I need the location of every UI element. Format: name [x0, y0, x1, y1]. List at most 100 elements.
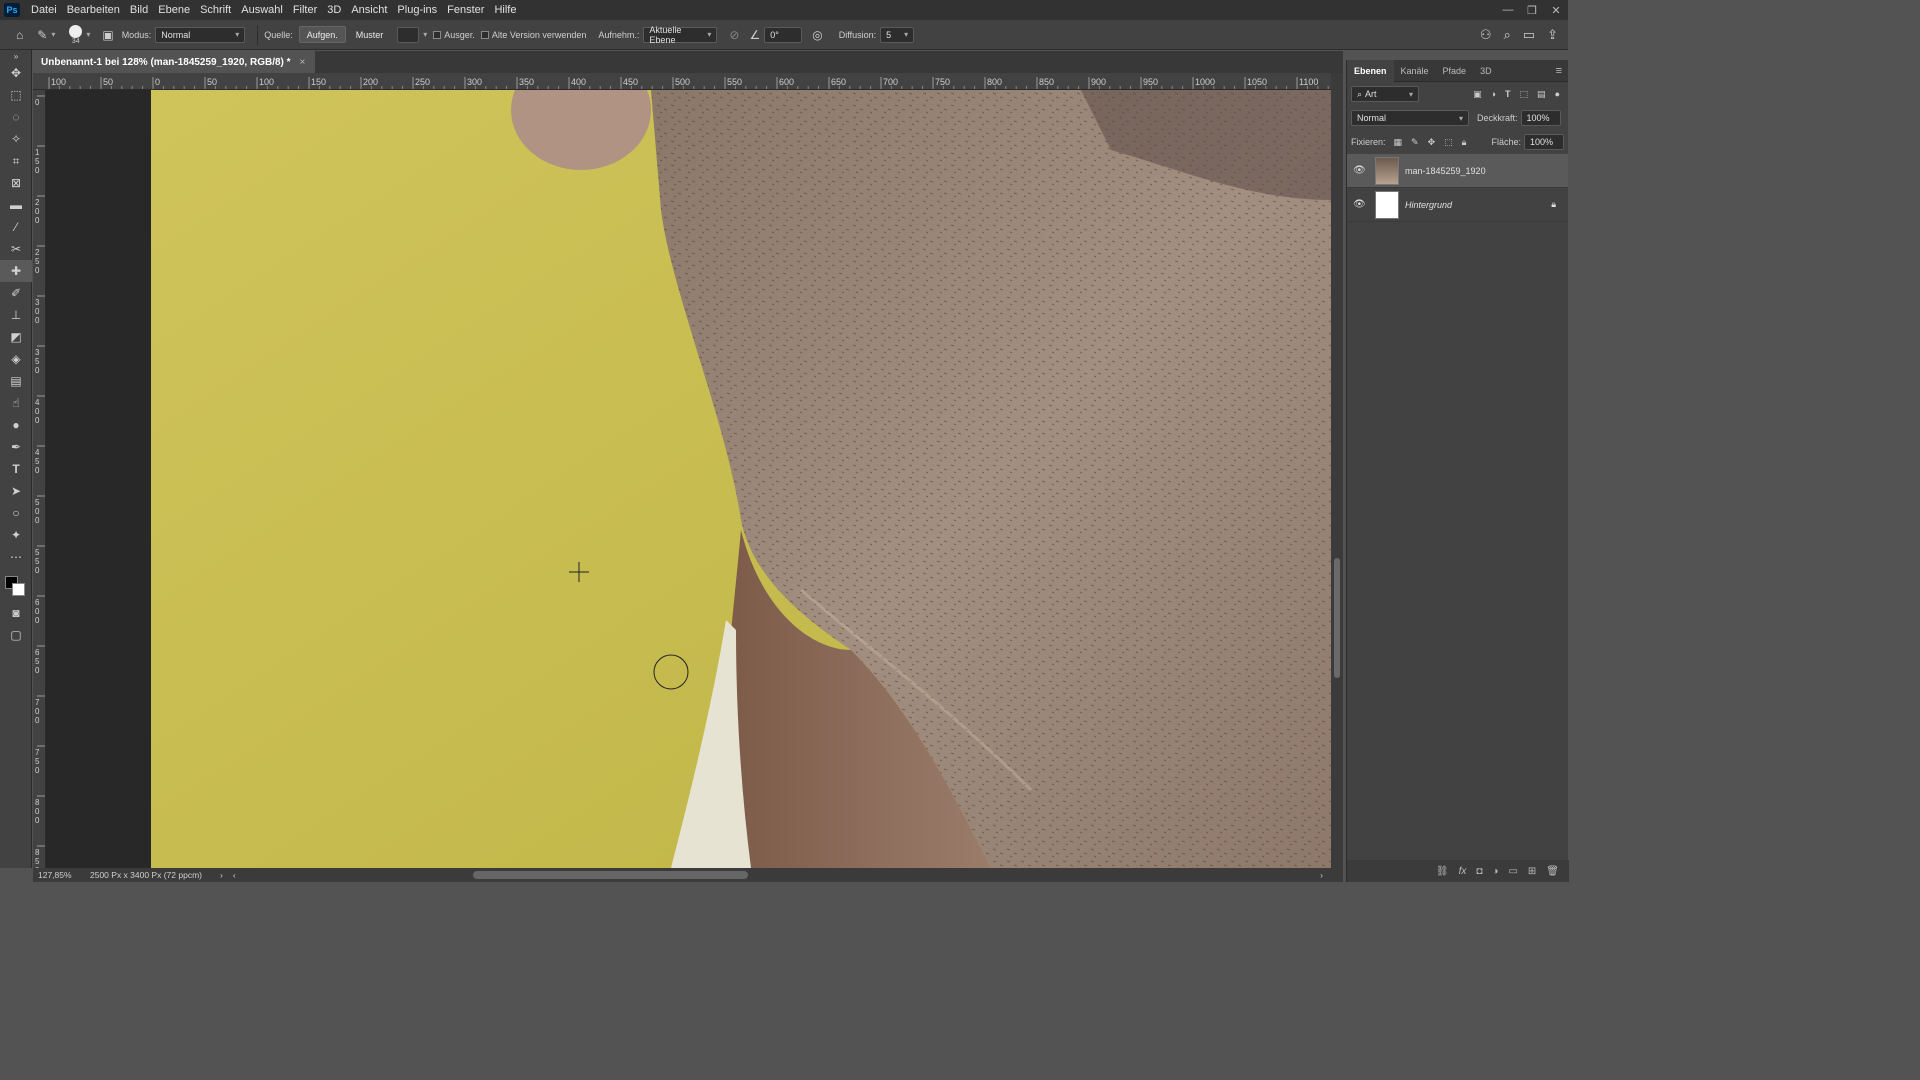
- new-layer-icon[interactable]: ⊞: [1528, 866, 1536, 877]
- canvas-area[interactable]: [46, 90, 1331, 868]
- filter-toggle-icon[interactable]: ●: [1555, 89, 1560, 100]
- tab-3d[interactable]: 3D: [1473, 60, 1499, 82]
- menu-3d[interactable]: 3D: [322, 0, 346, 20]
- pressure-icon[interactable]: ◎: [812, 28, 822, 42]
- angle-field[interactable]: 0°: [764, 26, 803, 43]
- menu-plugins[interactable]: Plug-ins: [392, 0, 442, 20]
- menu-bearbeiten[interactable]: Bearbeiten: [62, 0, 125, 20]
- close-tab-icon[interactable]: ×: [300, 57, 306, 68]
- eyedropper-tool-icon[interactable]: ⁄: [0, 216, 32, 238]
- screen-mode-icon[interactable]: ▢: [0, 624, 32, 646]
- vertical-scrollbar[interactable]: [1331, 73, 1343, 868]
- blend-mode-select[interactable]: Normal ▾: [1351, 110, 1469, 126]
- opacity-field[interactable]: 100%: [1520, 110, 1561, 126]
- lock-all-icon[interactable]: 🔒︎: [1462, 137, 1467, 148]
- menu-filter[interactable]: Filter: [288, 0, 322, 20]
- crop-tool-icon[interactable]: ⌗: [0, 150, 32, 172]
- mode-select[interactable]: Normal ▾: [155, 26, 246, 43]
- dodge-tool-icon[interactable]: ●: [0, 414, 32, 436]
- filter-pixel-icon[interactable]: ▣: [1473, 89, 1482, 100]
- menu-hilfe[interactable]: Hilfe: [489, 0, 521, 20]
- diffusion-field[interactable]: 5 ▾: [880, 26, 915, 43]
- filter-shape-icon[interactable]: ⬚: [1520, 89, 1529, 100]
- paint-bucket-tool-icon[interactable]: ◈: [0, 348, 32, 370]
- ellipse-tool-icon[interactable]: ○: [0, 502, 32, 524]
- add-mask-icon[interactable]: ◘: [1476, 866, 1482, 877]
- pattern-chevron-icon[interactable]: ▾: [423, 30, 427, 39]
- workspace-icon[interactable]: ▭: [1523, 27, 1535, 43]
- search-icon[interactable]: ⌕: [1504, 27, 1511, 43]
- marquee-tool-icon[interactable]: ⬚: [0, 84, 32, 106]
- new-group-icon[interactable]: ▭: [1508, 866, 1517, 877]
- layer-filter-select[interactable]: ⌕ Art ▾: [1351, 86, 1419, 102]
- zoom-level[interactable]: 127,85%: [38, 870, 88, 880]
- brush-size-picker[interactable]: 34: [69, 24, 83, 45]
- path-selection-tool-icon[interactable]: ➤: [0, 480, 32, 502]
- scissors-tool-icon[interactable]: ✂: [0, 238, 32, 260]
- menu-schrift[interactable]: Schrift: [195, 0, 236, 20]
- legacy-checkbox[interactable]: [480, 30, 489, 39]
- layer-row[interactable]: 👁︎ man-1845259_1920: [1347, 154, 1568, 188]
- share-icon[interactable]: ⇪: [1547, 27, 1558, 43]
- move-tool-icon[interactable]: ✥: [0, 62, 32, 84]
- lasso-tool-icon[interactable]: ◌: [0, 106, 32, 128]
- scroll-right-icon[interactable]: ›: [1320, 870, 1323, 880]
- horizontal-scrollbar-thumb[interactable]: [473, 871, 748, 879]
- lock-pixels-icon[interactable]: ✎: [1411, 137, 1419, 148]
- gradient-tool-icon[interactable]: ▤: [0, 370, 32, 392]
- pen-tool-icon[interactable]: ✒: [0, 436, 32, 458]
- frame-tool-icon[interactable]: ⊠: [0, 172, 32, 194]
- visibility-eye-icon[interactable]: 👁︎: [1353, 165, 1367, 176]
- quick-mask-icon[interactable]: ◙: [0, 602, 32, 624]
- ignore-adjustment-layers-icon[interactable]: ⊘: [729, 28, 739, 42]
- filter-type-icon[interactable]: T: [1505, 89, 1511, 100]
- fill-field[interactable]: 100%: [1524, 134, 1564, 150]
- ruler-tool-icon[interactable]: ▬: [0, 194, 32, 216]
- clone-stamp-tool-icon[interactable]: ⊥: [0, 304, 32, 326]
- smudge-tool-icon[interactable]: ☝: [0, 392, 32, 414]
- link-layers-icon[interactable]: ⛓︎: [1436, 866, 1449, 877]
- vertical-scrollbar-thumb[interactable]: [1334, 558, 1340, 678]
- home-icon[interactable]: ⌂: [16, 28, 23, 42]
- background-color-swatch[interactable]: [12, 583, 25, 596]
- fx-icon[interactable]: fx: [1459, 866, 1467, 877]
- close-icon[interactable]: ✕: [1544, 4, 1568, 17]
- scroll-left-icon[interactable]: ‹: [233, 870, 236, 880]
- menu-datei[interactable]: Datei: [26, 0, 62, 20]
- lock-artboard-icon[interactable]: ⬚: [1444, 137, 1453, 148]
- filter-adjustment-icon[interactable]: ◑: [1491, 89, 1496, 100]
- brush-settings-icon[interactable]: ▣: [102, 28, 113, 42]
- cloud-docs-icon[interactable]: ⚇: [1480, 27, 1492, 43]
- aligned-checkbox[interactable]: [433, 30, 442, 39]
- tab-paths[interactable]: Pfade: [1436, 60, 1474, 82]
- lock-transparent-icon[interactable]: ▦: [1394, 137, 1403, 148]
- source-sampled-button[interactable]: Aufgen.: [298, 26, 346, 43]
- magic-wand-tool-icon[interactable]: ✧: [0, 128, 32, 150]
- collapse-icon[interactable]: »: [0, 50, 32, 62]
- custom-shape-tool-icon[interactable]: ✦: [0, 524, 32, 546]
- tool-preset-chevron-icon[interactable]: ▾: [51, 30, 55, 39]
- menu-bild[interactable]: Bild: [125, 0, 153, 20]
- document-image[interactable]: [151, 90, 1331, 868]
- sample-select[interactable]: Aktuelle Ebene ▾: [643, 25, 718, 45]
- spot-healing-brush-icon[interactable]: ✎: [37, 28, 47, 42]
- restore-icon[interactable]: ❐: [1520, 4, 1544, 17]
- tab-channels[interactable]: Kanäle: [1394, 60, 1436, 82]
- minimize-icon[interactable]: —: [1496, 4, 1520, 17]
- menu-ansicht[interactable]: Ansicht: [346, 0, 392, 20]
- menu-ebene[interactable]: Ebene: [153, 0, 195, 20]
- brush-tool-icon[interactable]: ✐: [0, 282, 32, 304]
- menu-fenster[interactable]: Fenster: [442, 0, 489, 20]
- adjustment-layer-icon[interactable]: ◑: [1492, 866, 1498, 877]
- delete-layer-icon[interactable]: 🗑︎: [1546, 866, 1559, 877]
- panel-menu-icon[interactable]: ≡: [1556, 65, 1562, 77]
- healing-brush-tool-icon[interactable]: ✚: [0, 260, 32, 282]
- status-expand-icon[interactable]: ›: [220, 870, 223, 880]
- type-tool-icon[interactable]: T: [0, 458, 32, 480]
- filter-smart-object-icon[interactable]: ▤: [1537, 89, 1546, 100]
- source-pattern-button[interactable]: Muster: [347, 26, 392, 43]
- brush-chevron-icon[interactable]: ▾: [86, 30, 90, 39]
- pattern-picker[interactable]: [397, 26, 420, 43]
- layer-row[interactable]: 👁︎ Hintergrund 🔒︎: [1347, 188, 1568, 222]
- lock-position-icon[interactable]: ✥: [1428, 137, 1436, 148]
